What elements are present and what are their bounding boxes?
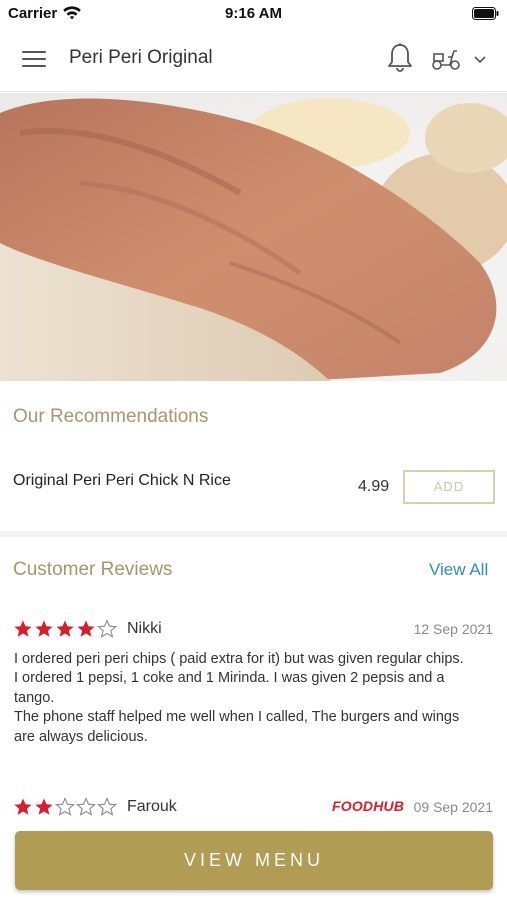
review-text-line: I ordered peri peri chips ( paid extra f… (14, 651, 464, 667)
restaurant-title: Peri Peri Original (69, 47, 213, 68)
review-text-line: The phone staff helped me well when I ca… (14, 709, 460, 745)
menu-icon-line (22, 51, 46, 53)
hero-food-image (0, 93, 507, 381)
delivery-scooter-icon[interactable] (430, 46, 462, 72)
review-text: I ordered peri peri chips ( paid extra f… (14, 650, 484, 747)
recommendations-section: Our Recommendations Original Peri Peri C… (0, 381, 507, 531)
menu-icon-line (22, 58, 46, 60)
chevron-down-icon[interactable] (472, 52, 488, 66)
view-menu-button[interactable]: VIEW MENU (15, 831, 493, 890)
reviewer-name: Farouk (127, 798, 177, 815)
reviewer-name: Nikki (127, 620, 162, 637)
star-filled-icon (35, 620, 53, 637)
menu-icon-line (22, 65, 46, 67)
star-filled-icon (14, 620, 32, 637)
recommended-item-price: 4.99 (358, 478, 390, 495)
review-date: 09 Sep 2021 (413, 799, 493, 815)
star-empty-icon (76, 797, 96, 816)
star-filled-icon (56, 620, 74, 637)
star-empty-icon (97, 797, 117, 816)
reviews-title: Customer Reviews (13, 559, 173, 580)
hamburger-menu-button[interactable] (22, 48, 48, 70)
star-filled-icon (77, 620, 95, 637)
foodhub-logo: FOODHUB (332, 798, 405, 814)
star-rating (13, 619, 117, 639)
add-to-cart-button[interactable]: ADD (403, 470, 495, 504)
app-header: Peri Peri Original (0, 28, 507, 92)
clock: 9:16 AM (225, 5, 282, 22)
chicken-photo-illustration (0, 93, 507, 381)
star-rating (13, 797, 117, 817)
star-empty-icon (97, 619, 117, 638)
recommendations-title: Our Recommendations (13, 406, 209, 427)
recommended-item-name: Original Peri Peri Chick N Rice (13, 472, 231, 489)
star-filled-icon (14, 798, 32, 815)
battery-icon (472, 7, 499, 20)
view-all-reviews-link[interactable]: View All (429, 560, 488, 580)
notification-bell-icon[interactable] (386, 42, 414, 74)
star-filled-icon (35, 798, 53, 815)
status-bar: Carrier 9:16 AM (0, 0, 507, 28)
review-date: 12 Sep 2021 (413, 621, 493, 637)
review-text-line: I ordered 1 pepsi, 1 coke and 1 Mirinda.… (14, 670, 445, 706)
star-empty-icon (55, 797, 75, 816)
